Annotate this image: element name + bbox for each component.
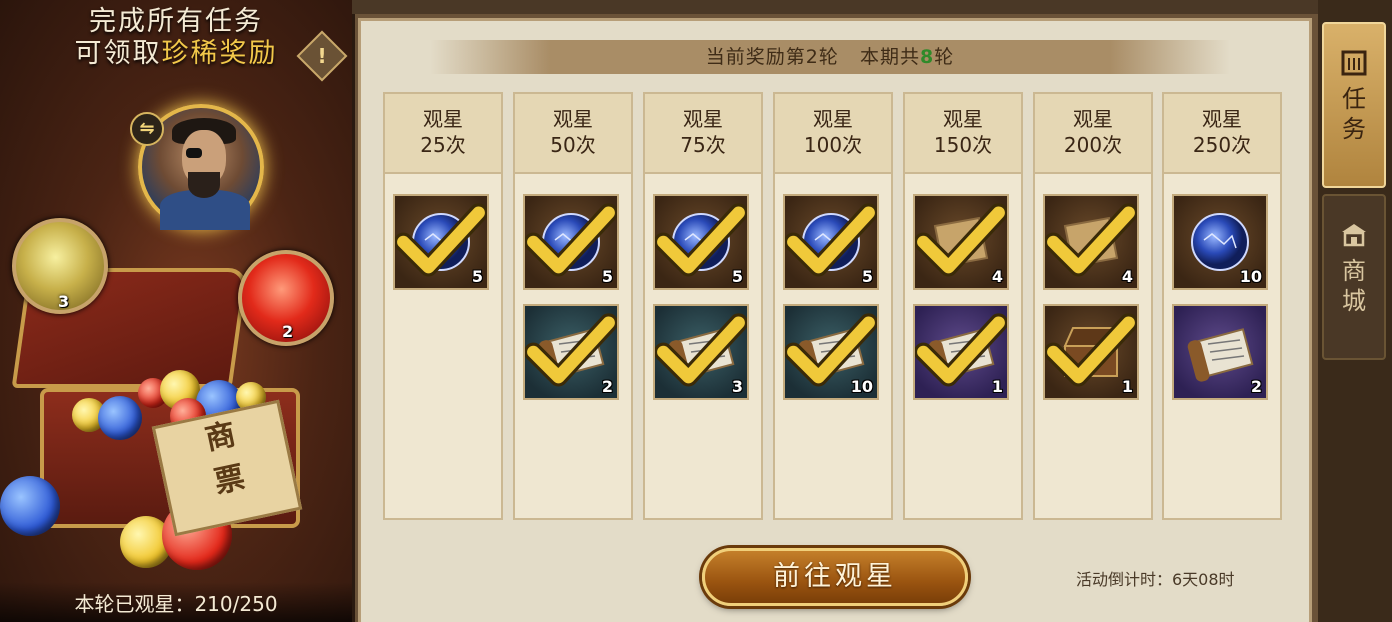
scroll-icon	[1341, 50, 1367, 76]
round-banner: 当前奖励第2轮 本期共8轮	[430, 40, 1230, 74]
tier-label: 观星	[683, 107, 723, 131]
tier-label: 观星	[423, 107, 463, 131]
tier-threshold: 75次	[680, 133, 726, 157]
item-count: 4	[991, 267, 1003, 286]
reward-item-star-orb[interactable]: 5	[523, 194, 619, 290]
reward-tier-25次: 观星 25次	[383, 92, 503, 520]
blue-gem	[0, 476, 60, 536]
tier-threshold: 250次	[1192, 133, 1252, 157]
promo-title-highlight: 珍稀奖励	[161, 38, 278, 69]
reward-item-scroll[interactable]: 2	[1172, 304, 1268, 400]
item-count: 2	[1250, 377, 1262, 396]
promo-title: 完成所有任务 可领取珍稀奖励	[0, 6, 352, 70]
gold-orb-count: 3	[58, 292, 70, 311]
reward-item-star-orb[interactable]: 5	[653, 194, 749, 290]
reward-item-paper[interactable]: 4	[1043, 194, 1139, 290]
tier-header: 观星 100次	[775, 94, 891, 174]
tier-label: 观星	[1073, 107, 1113, 131]
tier-label: 观星	[813, 107, 853, 131]
tier-threshold: 150次	[933, 133, 993, 157]
tier-header: 观星 200次	[1035, 94, 1151, 174]
tab-tasks[interactable]: 任 务	[1322, 22, 1386, 188]
tier-threshold: 100次	[803, 133, 863, 157]
red-orb-count: 2	[282, 322, 294, 341]
tier-header: 观星 75次	[645, 94, 761, 174]
reward-item-scroll[interactable]: 10	[783, 304, 879, 400]
tier-header: 观星 250次	[1164, 94, 1280, 174]
tier-header: 观星 150次	[905, 94, 1021, 174]
tier-header: 观星 50次	[515, 94, 631, 174]
tier-threshold: 50次	[550, 133, 596, 157]
reward-item-scroll[interactable]: 3	[653, 304, 749, 400]
event-countdown: 活动倒计时：6天08时	[1076, 570, 1235, 589]
tier-label: 观星	[1202, 107, 1242, 131]
item-count: 10	[850, 377, 873, 396]
top-strip	[352, 0, 1318, 14]
rewards-promo-panel: 完成所有任务 可领取珍稀奖励 ! ⇋ 商 票 3 2 本轮已观星：210/250	[0, 0, 352, 622]
round-total-label: 本期共	[859, 46, 920, 68]
tier-label: 观星	[943, 107, 983, 131]
reward-item-star-orb[interactable]: 5	[393, 194, 489, 290]
reward-item-star-orb[interactable]: 5	[783, 194, 879, 290]
tab-shop[interactable]: 商 城	[1322, 194, 1386, 360]
round-progress-text: 本轮已观星：210/250	[0, 582, 352, 622]
item-count: 2	[601, 377, 613, 396]
red-star-orb-badge[interactable]: 2	[238, 250, 334, 346]
gold-star-orb-badge[interactable]: 3	[12, 218, 108, 314]
item-count: 5	[731, 267, 743, 286]
shop-icon	[1342, 224, 1366, 247]
item-count: 1	[1121, 377, 1133, 396]
item-count: 5	[861, 267, 873, 286]
reward-item-scroll[interactable]: 1	[913, 304, 1009, 400]
reward-item-star-orb[interactable]: 10	[1172, 194, 1268, 290]
item-count: 5	[471, 267, 483, 286]
round-total-suffix: 轮	[934, 46, 955, 68]
swap-hero-icon[interactable]: ⇋	[130, 112, 164, 146]
round-current: 当前奖励第2轮	[705, 46, 839, 68]
reward-item-scroll[interactable]: 2	[523, 304, 619, 400]
tier-header: 观星 25次	[385, 94, 501, 174]
promo-title-prefix: 可领取	[74, 38, 162, 69]
reward-item-chest[interactable]: 1	[1043, 304, 1139, 400]
reward-item-paper[interactable]: 4	[913, 194, 1009, 290]
item-count: 4	[1121, 267, 1133, 286]
item-count: 1	[991, 377, 1003, 396]
item-count: 3	[731, 377, 743, 396]
round-total-count: 8	[919, 46, 935, 68]
promo-title-line1: 完成所有任务	[89, 6, 263, 37]
item-count: 10	[1239, 267, 1262, 286]
blue-gem	[98, 396, 142, 440]
tier-label: 观星	[553, 107, 593, 131]
tier-threshold: 200次	[1063, 133, 1123, 157]
tier-threshold: 25次	[420, 133, 466, 157]
item-count: 5	[601, 267, 613, 286]
side-tab-bar: 任 务 商 城	[1318, 0, 1392, 622]
go-stargazing-button[interactable]: 前往观星	[702, 548, 968, 606]
